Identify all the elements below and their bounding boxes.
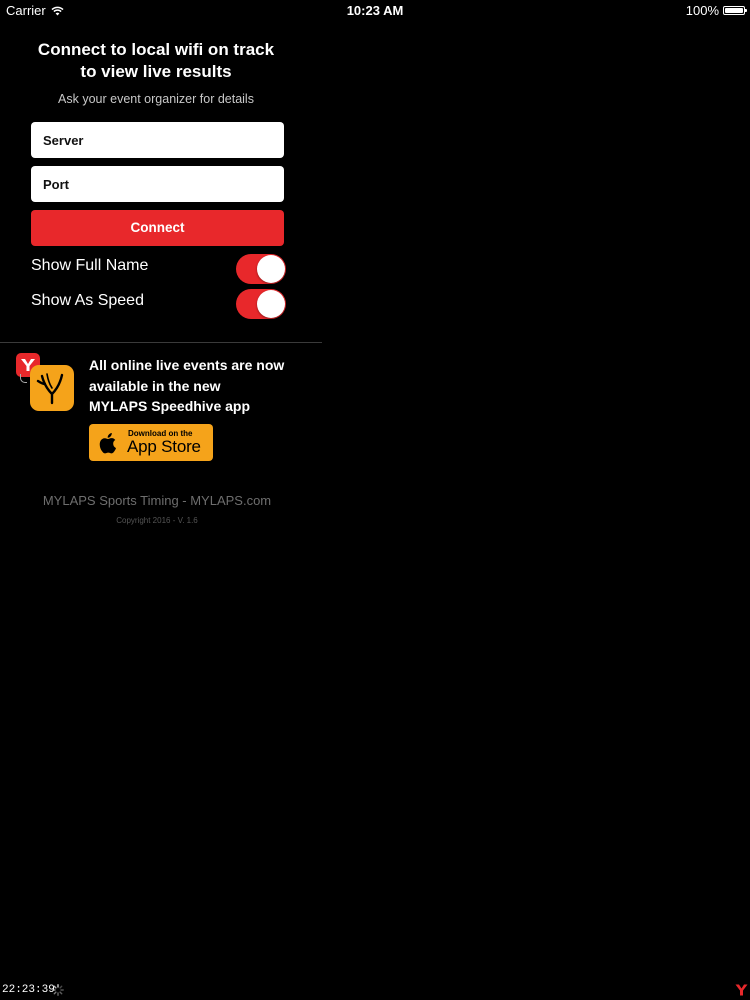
show-as-speed-label: Show As Speed <box>31 292 144 309</box>
show-as-speed-toggle[interactable] <box>236 289 286 319</box>
show-full-name-label: Show Full Name <box>31 257 149 274</box>
title-line-2: to view live results <box>80 62 232 81</box>
promo-line-1: All online live events are now <box>89 357 285 373</box>
show-as-speed-row: Show As Speed <box>31 289 286 319</box>
toggle-knob <box>257 255 285 283</box>
server-field[interactable] <box>31 122 284 158</box>
status-bar: Carrier 10:23 AM 100% <box>0 0 750 22</box>
status-time: 10:23 AM <box>346 3 404 18</box>
promo-line-2: available in the new <box>89 377 221 394</box>
toggle-knob <box>257 290 285 318</box>
app-store-badge-large-text: App Store <box>127 437 201 456</box>
speedhive-logo-icon <box>36 373 64 405</box>
app-screen: Carrier 10:23 AM 100% Connect to local w… <box>0 0 750 1000</box>
promo-line-3: MYLAPS Speedhive app <box>89 398 251 414</box>
connect-button[interactable]: Connect <box>31 210 284 246</box>
title-line-1: Connect to local wifi on track <box>37 40 275 59</box>
divider <box>0 342 322 343</box>
apple-icon <box>99 433 116 454</box>
battery-group: 100% <box>685 3 747 18</box>
footer-company-link[interactable]: MYLAPS Sports Timing - MYLAPS.com <box>0 493 314 508</box>
battery-percent: 100% <box>685 3 719 18</box>
show-full-name-toggle[interactable] <box>236 254 286 284</box>
footer-copyright: Copyright 2016 - V. 1.6 <box>116 516 198 525</box>
promo-app-icons <box>16 353 76 413</box>
loading-spinner-icon <box>52 984 64 996</box>
page-title: Connect to local wifi on track to view l… <box>0 39 312 83</box>
show-full-name-row: Show Full Name <box>31 254 286 284</box>
bottom-clock: 22:23:39 <box>2 984 55 996</box>
app-store-badge-button[interactable]: Download on the App Store <box>89 424 213 461</box>
subtitle: Ask your event organizer for details <box>58 92 254 106</box>
speedhive-app-icon <box>30 365 74 411</box>
battery-icon <box>723 6 747 15</box>
port-field[interactable] <box>31 166 284 202</box>
promo-message: All online live events are now available… <box>89 355 319 417</box>
mylaps-logo-icon <box>735 984 748 996</box>
